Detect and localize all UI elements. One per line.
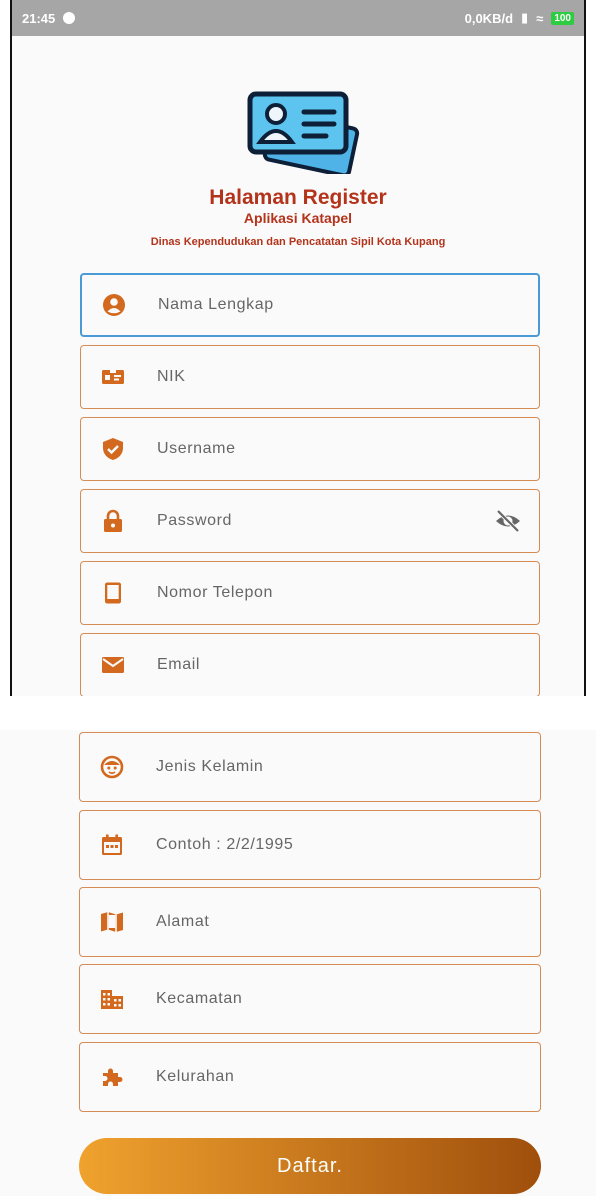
page-title: Halaman Register: [209, 186, 387, 209]
full-name-input[interactable]: [158, 296, 538, 314]
app-name: Aplikasi Katapel: [243, 210, 353, 226]
notification-icon: [63, 12, 76, 24]
user-circle-icon: [100, 291, 128, 319]
village-input[interactable]: [156, 1068, 540, 1086]
nik-input[interactable]: [157, 368, 539, 386]
status-time: 21:45: [22, 10, 56, 26]
tablet-icon: [99, 579, 127, 607]
phone-input[interactable]: [157, 584, 539, 602]
birthdate-field[interactable]: [79, 810, 541, 880]
register-button[interactable]: Daftar.: [79, 1138, 541, 1194]
district-input[interactable]: [156, 990, 540, 1008]
id-card-logo-icon: [247, 91, 360, 174]
address-input[interactable]: [156, 913, 540, 931]
nik-field[interactable]: [80, 345, 540, 409]
district-field[interactable]: [79, 964, 541, 1034]
register-screen-bottom: Daftar.: [0, 730, 596, 1196]
full-name-field[interactable]: [80, 273, 540, 337]
mail-icon: [99, 651, 127, 679]
password-input[interactable]: [157, 512, 493, 530]
agency-name: Dinas Kependudukan dan Pencatatan Sipil …: [150, 236, 446, 248]
signal-icon: ▮: [521, 10, 529, 25]
battery-icon: 100: [551, 11, 574, 25]
puzzle-piece-icon: [98, 1063, 126, 1091]
calendar-icon: [98, 831, 126, 859]
status-bar: 21:45 0,0KB/d ▮ ≈ 100: [12, 0, 584, 36]
email-field[interactable]: [80, 633, 540, 696]
phone-field[interactable]: [80, 561, 540, 625]
password-field[interactable]: [80, 489, 540, 553]
email-input[interactable]: [157, 656, 539, 674]
child-face-icon: [98, 753, 126, 781]
id-card-icon: [99, 363, 127, 391]
register-screen-top: 21:45 0,0KB/d ▮ ≈ 100 Halaman Register A…: [10, 0, 586, 696]
address-field[interactable]: [79, 887, 541, 957]
network-speed: 0,0KB/d: [464, 10, 514, 26]
visibility-off-icon[interactable]: [493, 506, 523, 536]
gender-field[interactable]: [79, 732, 541, 802]
username-field[interactable]: [80, 417, 540, 481]
wifi-icon: ≈: [536, 10, 544, 26]
city-buildings-icon: [98, 985, 126, 1013]
village-field[interactable]: [79, 1042, 541, 1112]
lock-icon: [99, 507, 127, 535]
map-icon: [98, 908, 126, 936]
shield-check-icon: [99, 435, 127, 463]
gender-input[interactable]: [156, 758, 540, 776]
birthdate-input[interactable]: [156, 836, 540, 854]
username-input[interactable]: [157, 440, 539, 458]
